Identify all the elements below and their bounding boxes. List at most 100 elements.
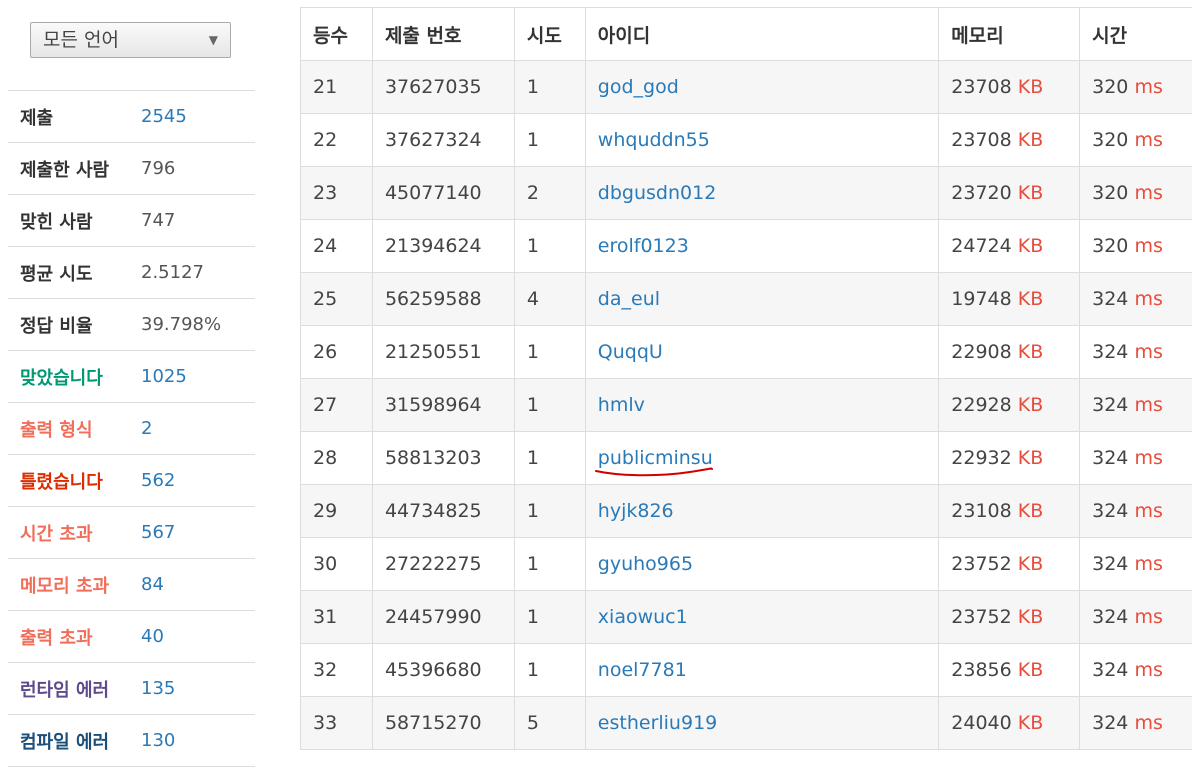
user-cell: estherliu919 bbox=[585, 697, 938, 750]
memory-cell: 23856 KB bbox=[939, 644, 1080, 697]
table-row: 23450771402dbgusdn01223720 KB320 ms bbox=[301, 167, 1192, 220]
memory-value: 23856 bbox=[951, 659, 1011, 681]
stat-value[interactable]: 84 bbox=[141, 574, 164, 595]
header-tries[interactable]: 시도 bbox=[514, 8, 585, 61]
user-link[interactable]: gyuho965 bbox=[598, 553, 693, 575]
submission-cell: 37627324 bbox=[372, 114, 514, 167]
rank-cell: 31 bbox=[301, 591, 373, 644]
memory-unit: KB bbox=[1018, 500, 1044, 522]
stat-value[interactable]: 2 bbox=[141, 418, 152, 439]
memory-cell: 23708 KB bbox=[939, 114, 1080, 167]
header-memory[interactable]: 메모리 bbox=[939, 8, 1080, 61]
time-cell: 324 ms bbox=[1080, 432, 1192, 485]
stat-row: 제출한 사람796 bbox=[8, 143, 255, 195]
table-body: 21376270351god_god23708 KB320 ms22376273… bbox=[301, 61, 1192, 750]
stat-label: 출력 초과 bbox=[8, 624, 141, 650]
user-link[interactable]: estherliu919 bbox=[598, 712, 717, 734]
stat-value: 747 bbox=[141, 210, 175, 231]
time-cell: 324 ms bbox=[1080, 538, 1192, 591]
table-row: 33587152705estherliu91924040 KB324 ms bbox=[301, 697, 1192, 750]
tries-cell: 1 bbox=[514, 485, 585, 538]
stat-label: 맞았습니다 bbox=[8, 364, 141, 390]
stat-row: 컴파일 에러130 bbox=[8, 715, 255, 767]
submission-cell: 44734825 bbox=[372, 485, 514, 538]
time-value: 320 bbox=[1092, 129, 1128, 151]
user-link[interactable]: hyjk826 bbox=[598, 500, 674, 522]
user-link[interactable]: hmlv bbox=[598, 394, 645, 416]
user-link[interactable]: QuqqU bbox=[598, 341, 663, 363]
language-select[interactable]: 모든 언어 ▼ bbox=[30, 22, 231, 58]
header-rank[interactable]: 등수 bbox=[301, 8, 373, 61]
user-link[interactable]: xiaowuc1 bbox=[598, 606, 688, 628]
stat-row: 맞힌 사람747 bbox=[8, 195, 255, 247]
header-user[interactable]: 아이디 bbox=[585, 8, 938, 61]
submission-cell: 45077140 bbox=[372, 167, 514, 220]
user-link[interactable]: erolf0123 bbox=[598, 235, 689, 257]
language-select-value: 모든 언어 bbox=[43, 29, 119, 51]
submission-cell: 45396680 bbox=[372, 644, 514, 697]
time-unit: ms bbox=[1134, 288, 1162, 310]
memory-unit: KB bbox=[1018, 288, 1044, 310]
memory-value: 23720 bbox=[951, 182, 1011, 204]
user-link[interactable]: noel7781 bbox=[598, 659, 687, 681]
time-value: 320 bbox=[1092, 182, 1128, 204]
tries-cell: 1 bbox=[514, 644, 585, 697]
stat-row: 틀렸습니다562 bbox=[8, 455, 255, 507]
stat-value[interactable]: 135 bbox=[141, 678, 175, 699]
stat-row: 제출2545 bbox=[8, 91, 255, 143]
table-row: 26212505511QuqqU22908 KB324 ms bbox=[301, 326, 1192, 379]
memory-value: 23708 bbox=[951, 76, 1011, 98]
rank-cell: 28 bbox=[301, 432, 373, 485]
memory-cell: 23708 KB bbox=[939, 61, 1080, 114]
stat-row: 출력 형식2 bbox=[8, 403, 255, 455]
time-unit: ms bbox=[1134, 394, 1162, 416]
user-cell: hyjk826 bbox=[585, 485, 938, 538]
time-cell: 324 ms bbox=[1080, 697, 1192, 750]
user-link[interactable]: dbgusdn012 bbox=[598, 182, 717, 204]
user-link[interactable]: god_god bbox=[598, 76, 679, 98]
time-unit: ms bbox=[1134, 606, 1162, 628]
stat-row: 메모리 초과84 bbox=[8, 559, 255, 611]
stat-value: 2.5127 bbox=[141, 262, 204, 283]
stat-value: 39.798% bbox=[141, 314, 221, 335]
table-row: 30272222751gyuho96523752 KB324 ms bbox=[301, 538, 1192, 591]
user-link[interactable]: whquddn55 bbox=[598, 129, 710, 151]
header-submission[interactable]: 제출 번호 bbox=[372, 8, 514, 61]
stat-label: 출력 형식 bbox=[8, 416, 141, 442]
memory-unit: KB bbox=[1018, 712, 1044, 734]
rank-cell: 32 bbox=[301, 644, 373, 697]
stat-value[interactable]: 130 bbox=[141, 730, 175, 751]
memory-unit: KB bbox=[1018, 394, 1044, 416]
rank-cell: 26 bbox=[301, 326, 373, 379]
memory-unit: KB bbox=[1018, 341, 1044, 363]
time-unit: ms bbox=[1134, 447, 1162, 469]
user-link[interactable]: publicminsu bbox=[598, 447, 713, 469]
memory-cell: 23108 KB bbox=[939, 485, 1080, 538]
header-time[interactable]: 시간 bbox=[1080, 8, 1192, 61]
tries-cell: 2 bbox=[514, 167, 585, 220]
tries-cell: 1 bbox=[514, 326, 585, 379]
time-value: 324 bbox=[1092, 394, 1128, 416]
rank-cell: 24 bbox=[301, 220, 373, 273]
table-row: 29447348251hyjk82623108 KB324 ms bbox=[301, 485, 1192, 538]
user-link[interactable]: da_eul bbox=[598, 288, 660, 310]
rank-cell: 30 bbox=[301, 538, 373, 591]
user-cell: QuqqU bbox=[585, 326, 938, 379]
table-row: 24213946241erolf012324724 KB320 ms bbox=[301, 220, 1192, 273]
stat-value: 796 bbox=[141, 158, 175, 179]
user-id: god_god bbox=[598, 76, 679, 98]
stat-value[interactable]: 562 bbox=[141, 470, 175, 491]
stat-value[interactable]: 567 bbox=[141, 522, 175, 543]
stat-value[interactable]: 1025 bbox=[141, 366, 187, 387]
table-row: 25562595884da_eul19748 KB324 ms bbox=[301, 273, 1192, 326]
memory-value: 24724 bbox=[951, 235, 1011, 257]
submission-cell: 37627035 bbox=[372, 61, 514, 114]
chevron-down-icon: ▼ bbox=[209, 23, 218, 57]
memory-unit: KB bbox=[1018, 659, 1044, 681]
stat-value[interactable]: 40 bbox=[141, 626, 164, 647]
memory-cell: 19748 KB bbox=[939, 273, 1080, 326]
stat-value[interactable]: 2545 bbox=[141, 106, 187, 127]
memory-cell: 22932 KB bbox=[939, 432, 1080, 485]
memory-value: 23108 bbox=[951, 500, 1011, 522]
tries-cell: 1 bbox=[514, 220, 585, 273]
